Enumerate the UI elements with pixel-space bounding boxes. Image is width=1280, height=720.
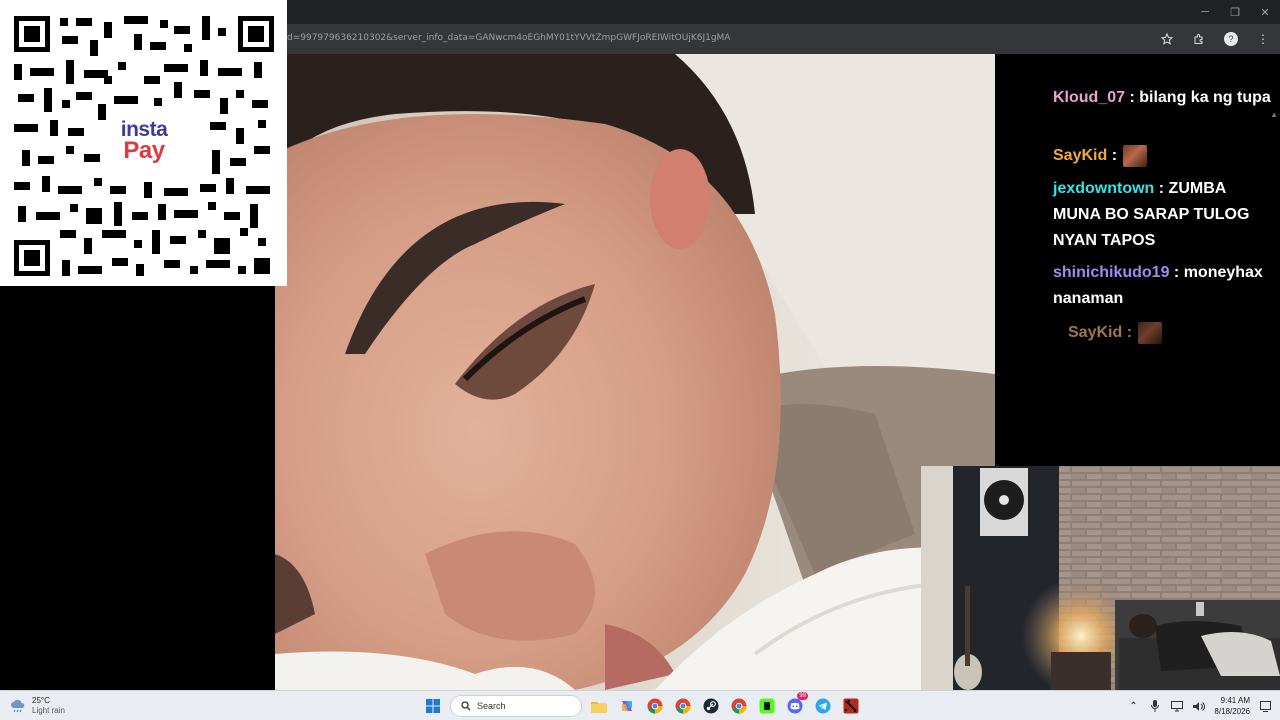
microphone-icon[interactable] (1148, 699, 1162, 713)
chrome-profile-icon[interactable] (672, 695, 694, 717)
streaming-app-icon[interactable] (756, 695, 778, 717)
minimize-button[interactable]: ─ (1190, 0, 1220, 24)
taskbar-apps: Search 99 (422, 692, 862, 718)
chat-message: Kloud_07 : bilang ka ng tupa (1053, 89, 1271, 106)
webcam-face-image (275, 54, 995, 690)
screen: ─ ❐ ✕ d=997979636210302&server_info_data… (0, 0, 1280, 720)
room-camera-image (921, 466, 1280, 692)
chat-username[interactable]: shinichikudo19 (1053, 264, 1169, 281)
taskbar-clock[interactable]: 9:41 AM 8/18/2026 (1214, 695, 1250, 717)
kebab-menu-icon[interactable]: ⋮ (1254, 30, 1272, 48)
weather-widget[interactable]: 25°C Light rain (10, 696, 65, 716)
chat-message: SayKid : (1053, 143, 1277, 169)
chat-message: jexdowntown : ZUMBA MUNA BO SARAP TULOG … (1053, 180, 1250, 249)
face-emote-icon (1138, 321, 1163, 344)
url-text[interactable]: d=997979636210302&server_info_data=GANwc… (287, 33, 730, 43)
restore-button[interactable]: ❐ (1220, 0, 1250, 24)
clock-date: 8/18/2026 (1214, 707, 1250, 716)
pip-camera-feed (921, 466, 1280, 692)
profile-avatar-icon[interactable]: ? (1222, 30, 1240, 48)
weather-desc: Light rain (32, 706, 65, 715)
telegram-icon[interactable] (812, 695, 834, 717)
notification-bell-icon[interactable] (1258, 699, 1272, 713)
chat-panel: Kloud_07 : bilang ka ng tupa SayKid : je… (995, 54, 1280, 466)
steam-icon[interactable] (700, 695, 722, 717)
weather-temp: 25°C (32, 696, 50, 705)
system-tray: ⌃ 9:41 AM 8/18/2026 (1126, 695, 1272, 717)
volume-icon[interactable] (1192, 699, 1206, 713)
chat-text: bilang ka ng tupa (1139, 89, 1271, 106)
rain-cloud-icon (11, 699, 25, 713)
taskbar-search-box[interactable]: Search (450, 695, 582, 717)
extensions-icon[interactable] (1190, 30, 1208, 48)
instapay-qr-panel: insta Pay (0, 0, 287, 286)
network-icon[interactable] (1170, 699, 1184, 713)
chat-username[interactable]: SayKid (1053, 147, 1107, 164)
chat-message: SayKid : (1068, 320, 1280, 346)
copilot-icon[interactable] (616, 695, 638, 717)
window-controls: ─ ❐ ✕ (1190, 0, 1280, 24)
chevron-up-icon[interactable]: ⌃ (1126, 699, 1140, 713)
chat-username[interactable]: jexdowntown (1053, 180, 1154, 197)
main-camera-feed (275, 54, 995, 690)
taskbar: 25°C Light rain Search 99 ⌃ 9:41 AM 8/18… (0, 690, 1280, 720)
file-explorer-icon[interactable] (588, 695, 610, 717)
instapay-logo: insta Pay (106, 118, 182, 174)
discord-icon[interactable]: 99 (784, 692, 808, 717)
windows-logo-icon (426, 699, 440, 713)
chat-message: shinichikudo19 : moneyhax nanaman (1053, 264, 1263, 307)
notification-badge: 99 (797, 692, 808, 700)
dota-icon[interactable] (840, 695, 862, 717)
clock-time: 9:41 AM (1220, 696, 1250, 705)
search-icon (461, 701, 471, 711)
chat-username[interactable]: Kloud_07 (1053, 89, 1125, 106)
address-bar-actions: ? ⋮ (1158, 30, 1272, 48)
bookmark-star-icon[interactable] (1158, 30, 1176, 48)
search-placeholder: Search (477, 701, 506, 711)
scroll-up-arrow-icon[interactable]: ▲ (1270, 110, 1278, 119)
chat-username[interactable]: SayKid (1068, 324, 1122, 341)
face-emote-icon (1123, 144, 1148, 167)
chrome-alt-icon[interactable] (728, 695, 750, 717)
close-button[interactable]: ✕ (1250, 0, 1280, 24)
instapay-logo-line2: Pay (123, 137, 165, 164)
start-button[interactable] (422, 695, 444, 717)
chrome-icon[interactable] (644, 695, 666, 717)
